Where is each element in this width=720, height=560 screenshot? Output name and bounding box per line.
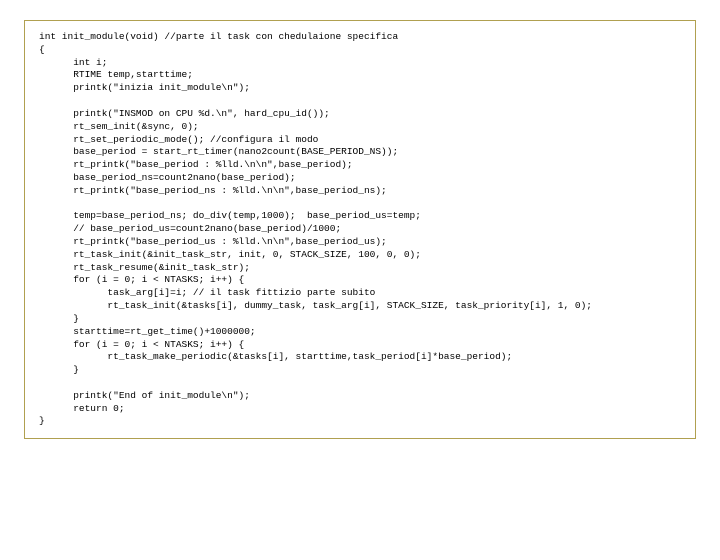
code-container: int init_module(void) //parte il task co… — [24, 20, 696, 439]
code-block: int init_module(void) //parte il task co… — [39, 31, 681, 428]
